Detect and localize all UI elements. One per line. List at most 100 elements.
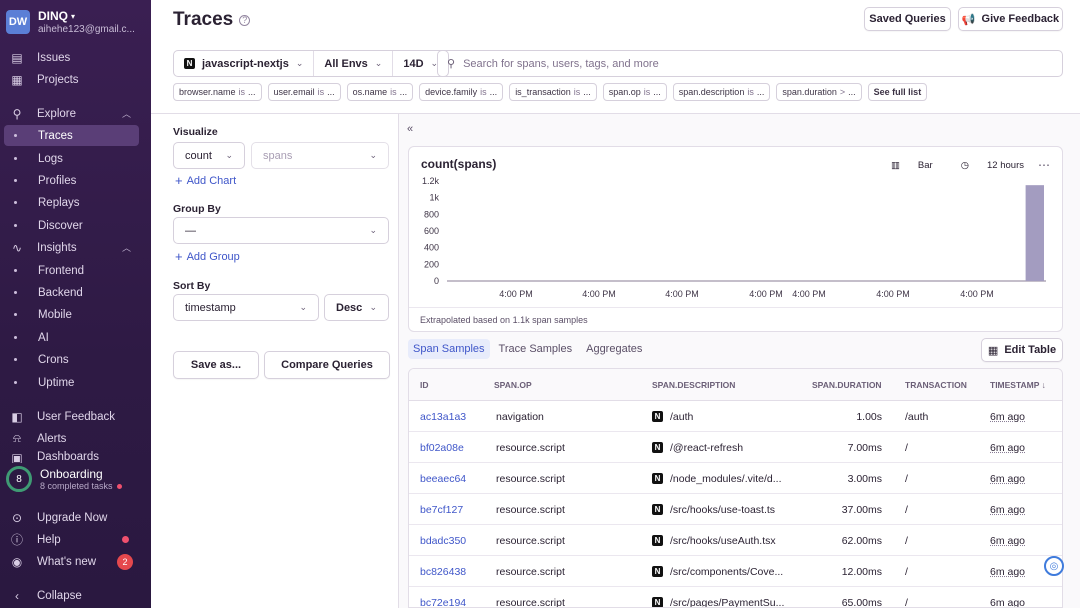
filter-chip[interactable]: is_transaction is... xyxy=(509,83,597,101)
filter-chip[interactable]: span.op is... xyxy=(602,83,667,101)
span-id-link[interactable]: bc72e194 xyxy=(420,587,490,608)
sidebar-item-ai[interactable]: AI xyxy=(4,327,139,348)
table-row[interactable]: bdadc350 resource.script N/src/hooks/useAu… xyxy=(409,525,1062,556)
span-id-link[interactable]: bf02a08e xyxy=(420,432,490,463)
sidebar-item-alerts[interactable]: ⍾ Alerts xyxy=(4,428,139,449)
search-input[interactable]: ⚲ Search for spans, users, tags, and mor… xyxy=(437,50,1063,77)
onboarding-widget[interactable]: 8 Onboarding 8 completed tasks xyxy=(6,466,122,492)
question-icon[interactable]: ? xyxy=(239,14,251,26)
group-by-select[interactable]: — ⌄ xyxy=(173,217,389,244)
sidebar-item-issues[interactable]: ▤ Issues xyxy=(4,47,139,68)
column-header[interactable]: SPAN.DESCRIPTION xyxy=(652,369,735,401)
sort-field-select[interactable]: timestamp ⌄ xyxy=(173,294,319,321)
tab-trace-samples[interactable]: Trace Samples xyxy=(494,339,578,359)
table-icon: ▦ xyxy=(987,344,999,357)
chip-key: is_transaction xyxy=(515,87,571,97)
sidebar-item-backend[interactable]: Backend xyxy=(4,282,139,303)
query-builder-panel: Visualize count ⌄ spans ⌄ + Add Chart Group… xyxy=(151,114,399,608)
table-row[interactable]: bf02a08e resource.script N /@react-refresh 7… xyxy=(409,432,1062,463)
see-full-list-button[interactable]: See full list xyxy=(867,83,928,101)
table-row[interactable]: be7cf127 resource.script N/src/hooks/use-t… xyxy=(409,494,1062,525)
x-tick-label: 4:00 PM xyxy=(582,289,616,299)
filter-chip[interactable]: span.duration >... xyxy=(776,83,862,101)
clock-icon: ◷ xyxy=(960,159,970,171)
span-id-link[interactable]: bdadc350 xyxy=(420,525,490,556)
add-group-button[interactable]: + Add Group xyxy=(175,249,240,264)
sidebar-item-whats-new[interactable]: ◉ What's new 2 xyxy=(4,551,139,572)
support-chat-icon[interactable]: ◎ xyxy=(1044,556,1064,576)
bullet-icon xyxy=(14,313,17,316)
column-header[interactable]: SPAN.OP xyxy=(494,369,532,401)
span-id-link[interactable]: beeaec64 xyxy=(420,463,490,494)
sidebar-item-dashboards[interactable]: ▣ Dashboards xyxy=(4,451,139,463)
sidebar-item-crons[interactable]: Crons xyxy=(4,349,139,370)
chart-type-button[interactable]: ▥ Bar xyxy=(877,160,933,171)
column-header[interactable]: SPAN.DURATION xyxy=(812,369,882,401)
more-options-icon[interactable]: ⋯ xyxy=(1038,158,1050,172)
add-chart-button[interactable]: + Add Chart xyxy=(175,173,236,188)
sidebar-item-help[interactable]: ⓘ Help xyxy=(4,529,139,550)
sidebar-item-frontend[interactable]: Frontend xyxy=(4,260,139,281)
span-id-link[interactable]: be7cf127 xyxy=(420,494,490,525)
filter-chip[interactable]: span.description is... xyxy=(672,83,771,101)
column-header[interactable]: TRANSACTION xyxy=(905,369,967,401)
transaction-cell: / xyxy=(905,472,908,485)
table-row[interactable]: bc826438 resource.script N/src/components/… xyxy=(409,556,1062,587)
sidebar-item-discover[interactable]: Discover xyxy=(4,215,139,236)
sidebar-item-replays[interactable]: Replays xyxy=(4,192,139,213)
sidebar-item-projects[interactable]: ▦ Projects xyxy=(4,69,139,90)
y-tick-label: 800 xyxy=(424,209,439,219)
sidebar-item-user-feedback[interactable]: ◧ User Feedback xyxy=(4,406,139,427)
sidebar-item-logs[interactable]: Logs xyxy=(4,148,139,169)
sidebar-item-traces[interactable]: Traces xyxy=(4,125,139,146)
chevron-down-icon: ⌄ xyxy=(369,302,377,312)
sidebar-item-profiles[interactable]: Profiles xyxy=(4,170,139,191)
chip-key: os.name xyxy=(352,87,388,97)
saved-queries-button[interactable]: Saved Queries xyxy=(864,7,951,31)
sidebar-item-uptime[interactable]: Uptime xyxy=(4,372,139,393)
table-row[interactable]: beeaec64 resource.script N/node_modules/.v… xyxy=(409,463,1062,494)
chip-value: ... xyxy=(489,87,498,97)
aggregate-select[interactable]: count ⌄ xyxy=(173,142,245,169)
table-row[interactable]: ac13a1a3 navigation N/auth 1.00s/auth 6m ago xyxy=(409,401,1062,432)
table-row[interactable]: bc72e194 resource.script N/src/pages/Payme… xyxy=(409,587,1062,608)
org-switcher[interactable]: DW DINQ ▾ aihehe123@gmail.c... xyxy=(6,9,135,35)
siren-icon: ⍾ xyxy=(13,431,21,445)
compare-queries-button[interactable]: Compare Queries xyxy=(264,351,390,379)
sidebar-item-explore[interactable]: ⚲ Explore ︿ xyxy=(4,103,139,124)
sidebar-item-insights[interactable]: ∿ Insights ︿ xyxy=(4,237,139,258)
sidebar-item-upgrade[interactable]: ⊙ Upgrade Now xyxy=(4,507,139,528)
column-header[interactable]: TIMESTAMP ↓ xyxy=(990,369,1046,401)
filter-chip[interactable]: os.name is... xyxy=(346,83,414,101)
env-selector[interactable]: All Envs ⌄ xyxy=(314,51,394,76)
span-op-cell: resource.script xyxy=(496,565,565,578)
span-id-link[interactable]: ac13a1a3 xyxy=(420,401,490,432)
projects-icon: ▦ xyxy=(11,72,23,87)
interval-button[interactable]: ◷ 12 hours xyxy=(947,160,1024,171)
chart-bar[interactable] xyxy=(1025,185,1044,281)
plus-icon: + xyxy=(175,173,183,188)
tab-span-samples[interactable]: Span Samples xyxy=(408,339,490,359)
timestamp-cell: 6m ago xyxy=(990,472,1026,485)
field-select[interactable]: spans ⌄ xyxy=(251,142,389,169)
give-feedback-button[interactable]: 📢 Give Feedback xyxy=(958,7,1063,31)
filter-chip[interactable]: user.email is... xyxy=(267,83,341,101)
span-op-cell: resource.script xyxy=(496,472,565,485)
column-header[interactable]: ID xyxy=(420,369,429,401)
sidebar-item-mobile[interactable]: Mobile xyxy=(4,304,139,325)
sidebar-collapse-button[interactable]: ‹ Collapse xyxy=(4,585,139,606)
span-id-link[interactable]: bc826438 xyxy=(420,556,490,587)
save-as-button[interactable]: Save as... xyxy=(173,351,259,379)
result-tabs: Span Samples Trace Samples Aggregates xyxy=(408,339,651,359)
collapse-panel-icon[interactable]: « xyxy=(401,121,419,137)
project-selector[interactable]: Njavascript-nextjs ⌄ xyxy=(174,51,315,76)
timestamp-cell: 6m ago xyxy=(990,534,1026,547)
bar-chart-icon: ▥ xyxy=(890,159,900,171)
tab-aggregates[interactable]: Aggregates xyxy=(581,339,647,359)
edit-table-button[interactable]: ▦ Edit Table xyxy=(981,338,1063,362)
chip-operator: is xyxy=(480,87,487,97)
filter-chip[interactable]: device.family is... xyxy=(419,83,504,101)
sort-direction-select[interactable]: Desc ⌄ xyxy=(324,294,389,321)
filter-chip[interactable]: browser.name is... xyxy=(173,83,262,101)
transaction-cell: / xyxy=(905,503,908,516)
